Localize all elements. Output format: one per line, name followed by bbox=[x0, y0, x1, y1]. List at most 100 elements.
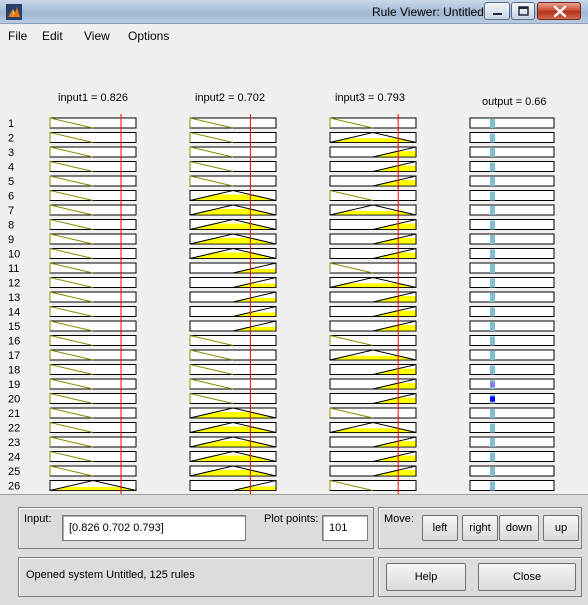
move-label: Move: bbox=[384, 513, 414, 525]
output-centroid-column bbox=[490, 467, 495, 476]
rule-viewer-window: Rule Viewer: Untitled File Edit View Opt… bbox=[0, 0, 588, 605]
output-activation-mark bbox=[490, 382, 495, 387]
input1-rule-box bbox=[49, 451, 137, 462]
rule-number: 16 bbox=[8, 336, 20, 348]
rule-number: 23 bbox=[8, 437, 20, 449]
output-rule-box bbox=[469, 132, 555, 143]
rule-number: 14 bbox=[8, 307, 20, 319]
output-rule-box bbox=[469, 364, 555, 375]
output-rule-box bbox=[469, 204, 555, 216]
rule-number: 22 bbox=[8, 423, 20, 435]
output-rule-box bbox=[469, 349, 555, 361]
input1-rule-box bbox=[49, 132, 137, 143]
input-vector-value: [0.826 0.702 0.793] bbox=[69, 522, 164, 534]
input1-rule-box bbox=[49, 161, 137, 172]
help-button[interactable]: Help bbox=[386, 563, 466, 591]
output-rule-box bbox=[469, 480, 555, 491]
input-vector-field[interactable]: [0.826 0.702 0.793] bbox=[62, 515, 246, 541]
input3-rule-box bbox=[329, 335, 417, 346]
rule-number: 2 bbox=[8, 133, 14, 145]
menu-edit[interactable]: Edit bbox=[42, 29, 63, 43]
rule-number: 7 bbox=[8, 205, 14, 217]
output-centroid-column bbox=[490, 351, 495, 360]
title-bar[interactable]: Rule Viewer: Untitled bbox=[0, 0, 588, 24]
input2-rule-box bbox=[189, 175, 277, 187]
output-rule-box bbox=[469, 451, 555, 462]
output-rule-box bbox=[469, 175, 555, 187]
menu-view[interactable]: View bbox=[84, 29, 110, 43]
input3-rule-box bbox=[329, 480, 417, 491]
rule-number: 1 bbox=[8, 118, 14, 130]
output-centroid-column bbox=[490, 162, 495, 172]
minimize-icon bbox=[493, 13, 502, 15]
maximize-button[interactable] bbox=[511, 2, 535, 20]
rule-number: 17 bbox=[8, 350, 20, 362]
plot-points-value: 101 bbox=[329, 522, 348, 534]
output-centroid-column bbox=[490, 336, 495, 346]
input3-rule-box bbox=[329, 407, 417, 419]
input1-rule-box bbox=[49, 117, 137, 129]
input2-rule-box bbox=[189, 364, 277, 375]
input1-rule-box bbox=[49, 422, 137, 433]
rule-number: 20 bbox=[8, 394, 20, 406]
input2-rule-box bbox=[189, 161, 277, 172]
input3-rule-box bbox=[329, 262, 417, 274]
input1-rule-box bbox=[49, 291, 137, 303]
output-rule-box bbox=[469, 378, 555, 390]
rule-number: 24 bbox=[8, 452, 20, 464]
input3-rule-box bbox=[329, 117, 417, 129]
minimize-button[interactable] bbox=[484, 2, 510, 20]
output-centroid-column bbox=[490, 438, 495, 447]
input-field-label: Input: bbox=[24, 513, 52, 525]
move-down-button[interactable]: down bbox=[499, 515, 539, 541]
input2-rule-box bbox=[189, 146, 277, 158]
output-rule-box bbox=[469, 190, 555, 201]
output-rule-box bbox=[469, 306, 555, 317]
input1-rule-box bbox=[49, 248, 137, 259]
rule-number: 3 bbox=[8, 147, 14, 159]
close-button[interactable]: Close bbox=[478, 563, 576, 591]
input1-rule-box bbox=[49, 320, 137, 332]
output-centroid-column bbox=[490, 191, 495, 201]
rule-number: 15 bbox=[8, 321, 20, 333]
output-rule-box bbox=[469, 219, 555, 230]
plot-points-label: Plot points: bbox=[264, 513, 319, 525]
maximize-icon bbox=[518, 6, 529, 16]
output-centroid-column bbox=[490, 481, 495, 491]
close-window-button[interactable] bbox=[537, 2, 581, 20]
close-icon bbox=[553, 5, 567, 18]
input1-rule-box bbox=[49, 190, 137, 201]
move-left-button[interactable]: left bbox=[422, 515, 458, 541]
output-centroid-column bbox=[490, 293, 495, 302]
rule-plot-area[interactable]: input1 = 0.826 input2 = 0.702 input3 = 0… bbox=[0, 48, 588, 494]
input1-rule-box bbox=[49, 262, 137, 274]
input2-rule-box bbox=[189, 132, 277, 143]
input2-rule-box bbox=[189, 349, 277, 361]
output-rule-box bbox=[469, 320, 555, 332]
input2-rule-box bbox=[189, 117, 277, 129]
output-rule-box bbox=[469, 146, 555, 158]
menu-options[interactable]: Options bbox=[128, 29, 169, 43]
input2-rule-box bbox=[189, 378, 277, 390]
output-activation-mark bbox=[490, 396, 495, 402]
menu-file[interactable]: File bbox=[8, 29, 27, 43]
output-centroid-column bbox=[490, 278, 495, 288]
rule-number: 10 bbox=[8, 249, 20, 261]
rule-number: 26 bbox=[8, 481, 20, 493]
input2-rule-box bbox=[189, 335, 277, 346]
rule-plots[interactable]: 1234567891011121314151617181920212223242… bbox=[0, 48, 588, 494]
plot-points-field[interactable]: 101 bbox=[322, 515, 368, 541]
output-centroid-column bbox=[490, 206, 495, 215]
move-up-button[interactable]: up bbox=[543, 515, 579, 541]
rule-number: 4 bbox=[8, 162, 14, 174]
input1-rule-box bbox=[49, 175, 137, 187]
output-centroid-column bbox=[490, 307, 495, 317]
rule-number: 13 bbox=[8, 292, 20, 304]
input1-rule-box bbox=[49, 364, 137, 375]
output-rule-box bbox=[469, 117, 555, 129]
input1-rule-box bbox=[49, 335, 137, 346]
output-centroid-column bbox=[490, 322, 495, 331]
output-centroid-column bbox=[490, 148, 495, 157]
move-right-button[interactable]: right bbox=[462, 515, 498, 541]
input1-rule-box bbox=[49, 146, 137, 158]
